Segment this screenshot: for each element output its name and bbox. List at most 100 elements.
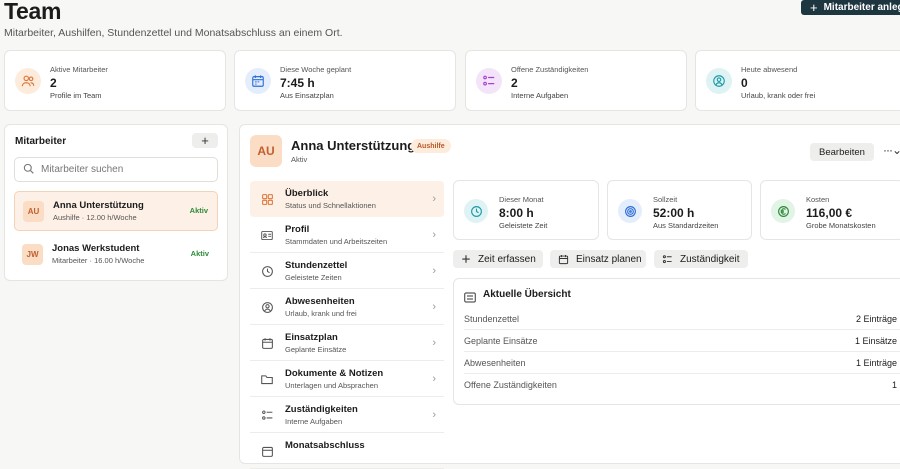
action-label: Zuständigkeit bbox=[680, 253, 740, 265]
nav-item-abwesenheiten[interactable]: Abwesenheiten Urlaub, krank und frei › bbox=[250, 289, 444, 325]
nav-item-monatsabschluss[interactable]: Monatsabschluss bbox=[250, 433, 444, 469]
stat-sub: Profile im Team bbox=[50, 91, 102, 100]
kpi-sub: Aus Standardzeiten bbox=[653, 221, 719, 230]
stat-value: 0 bbox=[741, 76, 748, 90]
overview-title: Aktuelle Übersicht bbox=[483, 289, 571, 300]
id-card-icon bbox=[258, 226, 276, 244]
stat-value: 2 bbox=[50, 76, 57, 90]
employee-meta: Aushilfe · 12.00 h/Woche bbox=[53, 213, 137, 222]
list-icon bbox=[464, 290, 476, 308]
page-header: Team Mitarbeiter, Aushilfen, Stundenzett… bbox=[4, 0, 900, 44]
kpi-value: 52:00 h bbox=[653, 206, 695, 220]
nav-item-zustaendigkeiten[interactable]: Zuständigkeiten Interne Aufgaben › bbox=[250, 397, 444, 433]
detail-name: Anna Unterstützung bbox=[291, 138, 416, 153]
kpi-label: Kosten bbox=[806, 195, 830, 204]
overview-label: Offene Zuständigkeiten bbox=[464, 380, 557, 390]
nav-label: Abwesenheiten bbox=[285, 296, 355, 307]
stat-card-absent-today: Heute abwesend 0 Urlaub, krank oder frei bbox=[695, 50, 900, 111]
employee-search[interactable] bbox=[14, 157, 218, 182]
grid-icon bbox=[258, 190, 276, 208]
employee-name: Jonas Werkstudent bbox=[52, 243, 140, 254]
nav-sub: Geleistete Zeiten bbox=[285, 273, 342, 282]
nav-sub: Unterlagen und Absprachen bbox=[285, 381, 378, 390]
stat-label: Heute abwesend bbox=[741, 65, 798, 74]
nav-label: Dokumente & Notizen bbox=[285, 368, 384, 379]
nav-item-profil[interactable]: Profil Stammdaten und Arbeitszeiten › bbox=[250, 217, 444, 253]
overview-row: Abwesenheiten 1 Einträge bbox=[464, 352, 900, 374]
nav-item-stundenzettel[interactable]: Stundenzettel Geleistete Zeiten › bbox=[250, 253, 444, 289]
stat-card-planned-week: Diese Woche geplant 7:45 h Aus Einsatzpl… bbox=[234, 50, 456, 111]
role-badge: Aushilfe bbox=[411, 139, 451, 153]
stat-card-open-responsibilities: Offene Zuständigkeiten 2 Interne Aufgabe… bbox=[465, 50, 687, 111]
add-employee-small-button[interactable]: + bbox=[192, 133, 218, 148]
stat-value: 7:45 h bbox=[280, 76, 315, 90]
add-employee-button[interactable]: + Mitarbeiter anlegen bbox=[801, 0, 900, 15]
kpi-card-this-month: Dieser Monat 8:00 h Geleistete Zeit bbox=[453, 180, 599, 240]
nav-sub: Urlaub, krank und frei bbox=[285, 309, 357, 318]
stat-value: 2 bbox=[511, 76, 518, 90]
nav-sub: Status und Schnellaktionen bbox=[285, 201, 376, 210]
stat-label: Diese Woche geplant bbox=[280, 65, 352, 74]
clock-icon bbox=[258, 262, 276, 280]
sidebar-title: Mitarbeiter bbox=[15, 136, 67, 147]
stat-label: Offene Zuständigkeiten bbox=[511, 65, 589, 74]
chevron-right-icon: › bbox=[432, 337, 436, 349]
add-employee-label: Mitarbeiter anlegen bbox=[823, 2, 900, 13]
euro-icon bbox=[771, 199, 795, 223]
employee-list-item[interactable]: JW Jonas Werkstudent Mitarbeiter · 16.00… bbox=[14, 235, 218, 275]
kpi-sub: Grobe Monatskosten bbox=[806, 221, 876, 230]
stat-sub: Interne Aufgaben bbox=[511, 91, 569, 100]
calendar-icon bbox=[558, 254, 569, 265]
nav-item-dokumente[interactable]: Dokumente & Notizen Unterlagen und Abspr… bbox=[250, 361, 444, 397]
absence-icon bbox=[706, 68, 732, 94]
stat-sub: Aus Einsatzplan bbox=[280, 91, 334, 100]
kpi-card-target-time: Sollzeit 52:00 h Aus Standardzeiten bbox=[607, 180, 752, 240]
chevron-right-icon: › bbox=[432, 409, 436, 421]
overview-row: Stundenzettel 2 Einträge bbox=[464, 308, 900, 330]
add-responsibility-button[interactable]: Zuständigkeit bbox=[654, 250, 748, 268]
stat-sub: Urlaub, krank oder frei bbox=[741, 91, 816, 100]
stat-card-active-employees: Aktive Mitarbeiter 2 Profile im Team bbox=[4, 50, 226, 111]
avatar: AU bbox=[23, 201, 44, 222]
overview-value: 2 Einträge bbox=[855, 314, 897, 324]
action-label: Zeit erfassen bbox=[478, 253, 536, 265]
nav-sub: Interne Aufgaben bbox=[285, 417, 343, 426]
search-icon bbox=[23, 161, 34, 179]
status-badge: Aktiv bbox=[190, 249, 209, 258]
chevron-right-icon: › bbox=[432, 373, 436, 385]
kpi-value: 116,00 € bbox=[806, 206, 853, 220]
overview-card: Aktuelle Übersicht Stundenzettel 2 Eintr… bbox=[453, 278, 900, 405]
kpi-value: 8:00 h bbox=[499, 206, 534, 220]
page-subtitle: Mitarbeiter, Aushilfen, Stundenzettel un… bbox=[4, 27, 343, 39]
overview-label: Geplante Einsätze bbox=[464, 336, 538, 346]
chevron-right-icon: › bbox=[432, 265, 436, 277]
chevron-right-icon: › bbox=[432, 301, 436, 313]
action-label: Einsatz planen bbox=[576, 253, 642, 265]
log-time-button[interactable]: Zeit erfassen bbox=[453, 250, 543, 268]
edit-button[interactable]: Bearbeiten bbox=[810, 143, 874, 161]
tasklist-icon bbox=[476, 68, 502, 94]
nav-label: Zuständigkeiten bbox=[285, 404, 358, 415]
overview-value: 1 Einträge bbox=[855, 358, 897, 368]
chevron-right-icon: › bbox=[432, 193, 436, 205]
users-icon bbox=[15, 68, 41, 94]
nav-label: Einsatzplan bbox=[285, 332, 338, 343]
nav-label: Stundenzettel bbox=[285, 260, 348, 271]
employee-list-item[interactable]: AU Anna Unterstützung Aushilfe · 12.00 h… bbox=[14, 191, 218, 231]
employee-name: Anna Unterstützung bbox=[53, 200, 144, 211]
absence-icon bbox=[258, 298, 276, 316]
plus-icon bbox=[461, 254, 471, 264]
more-options-icon[interactable]: ···⌄ bbox=[883, 143, 900, 157]
detail-avatar: AU bbox=[250, 135, 282, 167]
overview-value: 1 bbox=[891, 380, 897, 390]
calendar-icon bbox=[245, 68, 271, 94]
avatar: JW bbox=[22, 244, 43, 265]
document-icon bbox=[258, 442, 276, 460]
search-input[interactable] bbox=[41, 164, 211, 175]
plan-assignment-button[interactable]: Einsatz planen bbox=[550, 250, 646, 268]
nav-item-einsatzplan[interactable]: Einsatzplan Geplante Einsätze › bbox=[250, 325, 444, 361]
overview-label: Stundenzettel bbox=[464, 314, 520, 324]
nav-item-ueberblick[interactable]: Überblick Status und Schnellaktionen › bbox=[250, 181, 444, 217]
kpi-label: Sollzeit bbox=[653, 195, 678, 204]
overview-row: Offene Zuständigkeiten 1 bbox=[464, 374, 900, 396]
